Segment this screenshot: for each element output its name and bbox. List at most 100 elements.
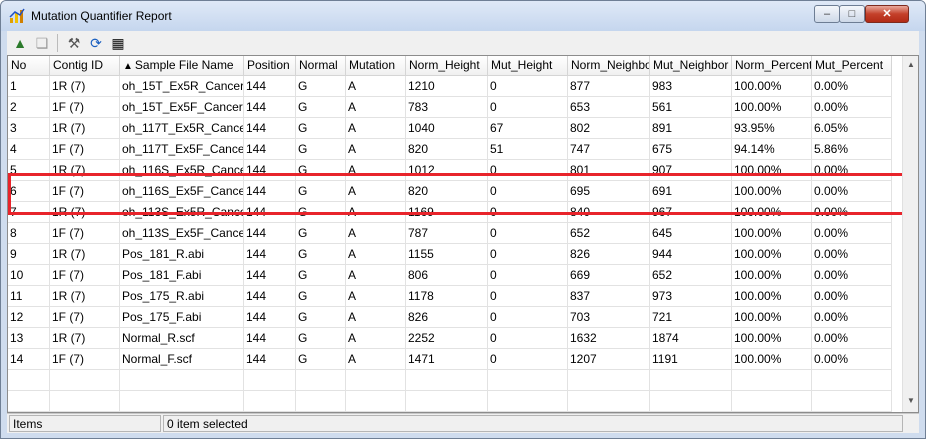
table-cell: G [296,97,346,118]
toolbar: ▲ ❏ ⚒ ⟳ ▦ [7,31,919,55]
maximize-button[interactable]: □ [839,5,865,23]
table-cell: 144 [244,349,296,370]
scroll-down-icon[interactable]: ▼ [905,394,917,408]
table-cell [650,370,732,391]
table-cell: 100.00% [732,97,812,118]
table-cell: 652 [650,265,732,286]
scroll-up-icon[interactable]: ▲ [905,58,917,72]
table-cell: 144 [244,160,296,181]
table-cell: 2252 [406,328,488,349]
table-cell: 14 [8,349,50,370]
table-cell: A [346,160,406,181]
table-cell: 0 [488,202,568,223]
column-header-no[interactable]: No [8,56,50,76]
table-cell [296,370,346,391]
column-header-norm-percent[interactable]: Norm_Percent [732,56,812,76]
column-header-normal[interactable]: Normal [296,56,346,76]
table-cell [568,391,650,412]
minimize-button[interactable]: – [814,5,840,23]
table-cell: 9 [8,244,50,265]
table-cell [8,370,50,391]
table-cell: 1012 [406,160,488,181]
table-cell: 100.00% [732,265,812,286]
table-cell: 1632 [568,328,650,349]
column-header-label: Mut_Neighbor [653,58,729,72]
table-cell: A [346,265,406,286]
vertical-scrollbar[interactable]: ▲ ▼ [902,56,918,412]
table-cell: 0 [488,286,568,307]
table-cell: 11 [8,286,50,307]
table-cell: 1R (7) [50,328,120,349]
column-header-mut-percent[interactable]: Mut_Percent [812,56,892,76]
table-cell: 13 [8,328,50,349]
column-header-norm-height[interactable]: Norm_Height [406,56,488,76]
column-header-contig-id[interactable]: Contig ID [50,56,120,76]
table-cell: 12 [8,307,50,328]
table-cell: Pos_181_R.abi [120,244,244,265]
table-cell: oh_113S_Ex5R_Cancer-ir [120,202,244,223]
close-button[interactable]: ✕ [865,5,909,23]
refresh-icon[interactable]: ⟳ [87,34,105,52]
table-cell: 973 [650,286,732,307]
table-cell: 0 [488,328,568,349]
table-cell: A [346,181,406,202]
tools-icon[interactable]: ⚒ [65,34,83,52]
table-cell: oh_113S_Ex5F_Cancer-ir [120,223,244,244]
table-cell [406,391,488,412]
column-header-position[interactable]: Position [244,56,296,76]
table-cell: A [346,97,406,118]
table-cell [488,370,568,391]
table-cell: 645 [650,223,732,244]
table-cell [244,370,296,391]
table-cell: A [346,118,406,139]
table-cell: 967 [650,202,732,223]
table-cell: 6 [8,181,50,202]
table-cell: 1R (7) [50,118,120,139]
table-cell: 2 [8,97,50,118]
table-cell: 51 [488,139,568,160]
table-cell: 840 [568,202,650,223]
table-cell: 1F (7) [50,181,120,202]
table-cell: 0 [488,307,568,328]
title-bar[interactable]: Mutation Quantifier Report – □ ✕ [1,1,925,31]
export-icon[interactable]: ❏ [33,34,51,52]
table-cell [120,370,244,391]
chart-icon[interactable]: ▲ [11,34,29,52]
table-cell: 0.00% [812,244,892,265]
column-header-label: Mut_Height [491,58,553,72]
table-cell: 747 [568,139,650,160]
table-cell: 7 [8,202,50,223]
table-cell: G [296,307,346,328]
column-header-label: Mutation [349,58,396,72]
table-cell: 820 [406,181,488,202]
table-cell: oh_117T_Ex5R_Cancer-ir [120,118,244,139]
save-icon[interactable]: ▦ [109,34,127,52]
table-cell [244,391,296,412]
table-cell: 1191 [650,349,732,370]
table-cell: 826 [568,244,650,265]
table-cell: 1 [8,76,50,97]
table-cell: G [296,265,346,286]
table-cell: 144 [244,76,296,97]
status-bar: Items 0 item selected [7,413,919,433]
table-cell: 1210 [406,76,488,97]
table-cell: 0 [488,349,568,370]
column-header-mutation[interactable]: Mutation [346,56,406,76]
table-cell: 0.00% [812,328,892,349]
table-cell: G [296,160,346,181]
column-header-mut-neighbor[interactable]: Mut_Neighbor [650,56,732,76]
column-header-norm-neighbor[interactable]: Norm_Neighbor [568,56,650,76]
table-cell: 3 [8,118,50,139]
table-cell: 1R (7) [50,244,120,265]
table-cell: 144 [244,118,296,139]
table-cell: A [346,223,406,244]
table-cell: G [296,139,346,160]
table-cell: 1155 [406,244,488,265]
column-header-sample-file-name[interactable]: ▲ Sample File Name [120,56,244,76]
table-cell: 0.00% [812,97,892,118]
table-cell: 691 [650,181,732,202]
table-cell [50,391,120,412]
table-cell: 1R (7) [50,76,120,97]
table-cell: 8 [8,223,50,244]
column-header-mut-height[interactable]: Mut_Height [488,56,568,76]
